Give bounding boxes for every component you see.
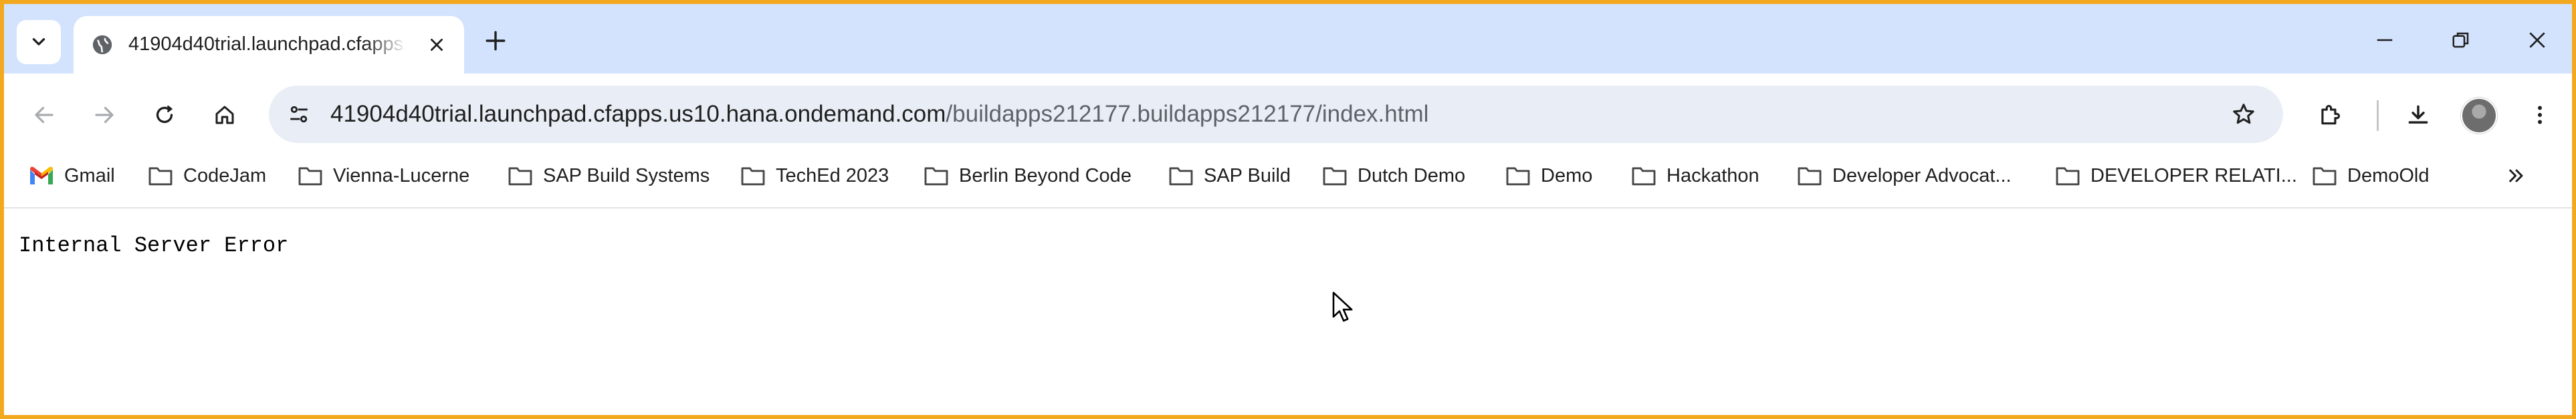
bookmark-star-button[interactable]: [2227, 98, 2260, 131]
folder-icon: [1796, 164, 1823, 187]
arrow-right-icon: [95, 106, 114, 124]
browser-window: 41904d40trial.launchpad.cfapps.us10.hana…: [0, 0, 2576, 419]
bookmarks-overflow-button[interactable]: [2501, 160, 2532, 191]
chevron-down-icon: [32, 38, 45, 45]
mouse-pointer-icon: [1332, 291, 1353, 322]
close-icon: [431, 39, 443, 51]
back-button[interactable]: [27, 98, 62, 132]
home-icon: [215, 106, 234, 124]
profile-avatar[interactable]: [2461, 98, 2497, 134]
folder-icon: [1321, 164, 1348, 187]
star-icon: [2233, 104, 2254, 124]
tune-icon: [290, 106, 308, 123]
bookmark-folder-sap-build[interactable]: SAP Build: [1168, 162, 1291, 190]
close-window-button[interactable]: [2520, 23, 2555, 57]
folder-icon: [1630, 164, 1657, 187]
bookmark-folder-developer-relations[interactable]: DEVELOPER RELATI...: [2054, 162, 2297, 190]
download-icon: [2408, 105, 2428, 124]
url-path: /buildapps212177.buildapps212177/index.h…: [946, 101, 1429, 127]
tab-search-button[interactable]: [17, 20, 61, 64]
folder-icon: [147, 164, 174, 187]
bookmark-label: DEVELOPER RELATI...: [2090, 164, 2297, 186]
new-tab-button[interactable]: [480, 25, 511, 56]
bookmark-label: SAP Build Systems: [543, 164, 710, 186]
plus-icon: [486, 31, 506, 51]
bookmark-folder-dutch-demo[interactable]: Dutch Demo: [1321, 162, 1465, 190]
bookmark-folder-sap-build-systems[interactable]: SAP Build Systems: [507, 162, 710, 190]
tab-strip: 41904d40trial.launchpad.cfapps.us10.hana…: [4, 4, 2572, 74]
bookmark-label: CodeJam: [183, 164, 267, 186]
page-content: Internal Server Error: [4, 208, 2572, 415]
bookmark-label: Vienna-Lucerne: [333, 164, 470, 186]
reload-button[interactable]: [147, 98, 182, 132]
folder-icon: [297, 164, 324, 187]
folder-icon: [740, 164, 766, 187]
bookmark-gmail[interactable]: Gmail: [28, 162, 115, 190]
close-icon: [2529, 32, 2545, 48]
error-message: Internal Server Error: [19, 233, 289, 258]
restore-button[interactable]: [2444, 23, 2478, 57]
bookmark-folder-teched-2023[interactable]: TechEd 2023: [740, 162, 889, 190]
url-host: 41904d40trial.launchpad.cfapps.us10.hana…: [330, 101, 946, 127]
home-button[interactable]: [207, 98, 242, 132]
bookmark-label: Developer Advocat...: [1832, 164, 2012, 186]
bookmark-folder-vienna-lucerne[interactable]: Vienna-Lucerne: [297, 162, 469, 190]
toolbar: 41904d40trial.launchpad.cfapps.us10.hana…: [4, 74, 2572, 151]
bookmark-folder-berlin-beyond-code[interactable]: Berlin Beyond Code: [923, 162, 1132, 190]
tab-title: 41904d40trial.launchpad.cfapps.us10.hana…: [128, 33, 407, 55]
bookmark-label: Dutch Demo: [1358, 164, 1466, 186]
restore-icon: [2452, 32, 2469, 48]
gmail-icon: [28, 164, 55, 187]
minimize-button[interactable]: [2367, 23, 2402, 57]
folder-icon: [1168, 164, 1194, 187]
bookmark-label: DemoOld: [2347, 164, 2430, 186]
bookmark-folder-developer-advocates[interactable]: Developer Advocat...: [1796, 162, 2012, 190]
folder-icon: [1505, 164, 1531, 187]
extensions-button[interactable]: [2313, 98, 2347, 132]
bookmark-folder-demo[interactable]: Demo: [1505, 162, 1592, 190]
arrow-left-icon: [35, 106, 53, 124]
bookmark-label: SAP Build: [1204, 164, 1291, 186]
close-tab-button[interactable]: [423, 31, 451, 59]
browser-menu-button[interactable]: [2523, 98, 2557, 132]
active-tab[interactable]: 41904d40trial.launchpad.cfapps.us10.hana…: [74, 16, 464, 74]
bookmark-label: Hackathon: [1667, 164, 1759, 186]
folder-icon: [923, 164, 950, 187]
minimize-icon: [2377, 39, 2393, 41]
bookmark-label: Demo: [1541, 164, 1593, 186]
reload-icon: [156, 105, 173, 124]
bookmark-label: Berlin Beyond Code: [959, 164, 1132, 186]
folder-icon: [507, 164, 534, 187]
site-info-button[interactable]: [282, 98, 316, 131]
bookmark-folder-demoold[interactable]: DemoOld: [2311, 162, 2430, 190]
folder-icon: [2311, 164, 2338, 187]
bookmark-folder-codejam[interactable]: CodeJam: [147, 162, 266, 190]
kebab-menu-icon: [2538, 106, 2542, 124]
bookmarks-bar: Gmail CodeJam Vienna-Lucerne SAP Build S…: [4, 151, 2572, 208]
double-chevron-right-icon: [2509, 169, 2523, 182]
puzzle-icon: [2321, 105, 2340, 125]
folder-icon: [2054, 164, 2081, 187]
bookmark-label: Gmail: [64, 164, 115, 186]
bookmark-label: TechEd 2023: [776, 164, 889, 186]
forward-button[interactable]: [87, 98, 122, 132]
bookmark-folder-hackathon[interactable]: Hackathon: [1630, 162, 1759, 190]
downloads-button[interactable]: [2401, 98, 2436, 132]
address-bar[interactable]: 41904d40trial.launchpad.cfapps.us10.hana…: [269, 86, 2283, 143]
url-text: 41904d40trial.launchpad.cfapps.us10.hana…: [330, 99, 1428, 130]
toolbar-separator: [2377, 100, 2379, 131]
globe-icon: [91, 33, 114, 56]
